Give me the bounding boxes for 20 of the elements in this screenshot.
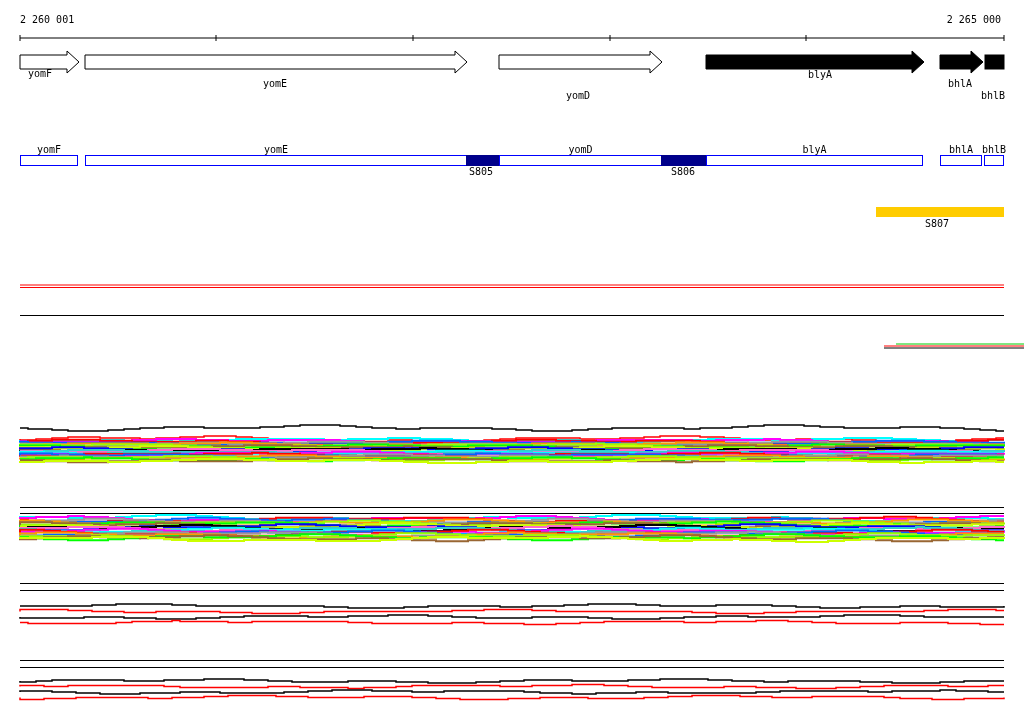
gene-box-label: bhlB — [981, 144, 1007, 155]
region-label: S806 — [670, 166, 696, 177]
gene-label: yomD — [565, 90, 591, 101]
gene-label: blyA — [807, 69, 833, 80]
region-label: S807 — [924, 218, 950, 229]
gene-box — [940, 155, 982, 166]
gene-box-label: yomE — [263, 144, 289, 155]
gene-label: bhlB — [980, 90, 1006, 101]
gene-box — [984, 155, 1004, 166]
gene-box-label: bhlA — [948, 144, 974, 155]
gene-label: yomE — [262, 78, 288, 89]
gene-label: yomF — [27, 68, 53, 79]
gene-label: bhlA — [947, 78, 973, 89]
ruler-start-label: 2 260 001 — [20, 14, 75, 25]
gene-box-label: yomF — [36, 144, 62, 155]
gene-box-label: blyA — [802, 144, 827, 155]
gene-box — [20, 155, 78, 166]
gene-box-label: yomD — [568, 144, 593, 155]
region-label: S805 — [468, 166, 494, 177]
ruler-end-label: 2 265 000 — [946, 14, 1001, 25]
